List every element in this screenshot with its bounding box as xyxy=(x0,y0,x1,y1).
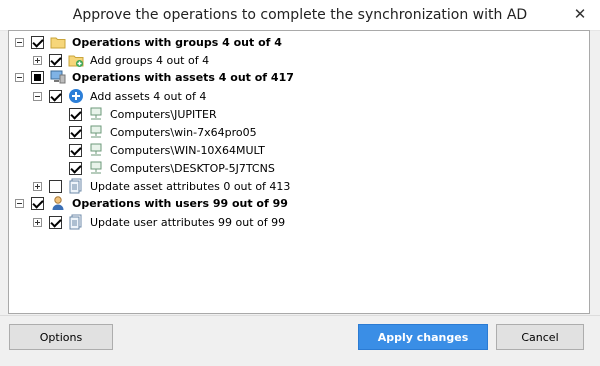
collapse-icon[interactable] xyxy=(15,37,24,47)
expand-icon[interactable] xyxy=(33,181,42,191)
collapse-icon[interactable] xyxy=(15,198,24,208)
assets-checkbox[interactable] xyxy=(31,70,44,84)
computer-checkbox[interactable] xyxy=(69,143,82,157)
groups-label: Operations with groups 4 out of 4 xyxy=(72,35,282,49)
document-list-icon xyxy=(69,178,82,194)
tree-node-groups[interactable]: Operations with groups 4 out of 4 xyxy=(15,33,282,51)
network-computer-icon xyxy=(90,125,102,138)
close-icon[interactable]: ✕ xyxy=(570,4,590,24)
folder-add-icon xyxy=(68,55,84,67)
update-assets-checkbox[interactable] xyxy=(49,179,62,193)
computer-checkbox[interactable] xyxy=(69,161,82,175)
update-users-checkbox[interactable] xyxy=(49,215,62,229)
computer-label: Computers\JUPITER xyxy=(110,107,217,121)
add-assets-label: Add assets 4 out of 4 xyxy=(90,89,207,103)
computer-checkbox[interactable] xyxy=(69,125,82,139)
folder-icon xyxy=(50,37,66,49)
title-bar: Approve the operations to complete the s… xyxy=(0,0,600,31)
tree-node-update-users[interactable]: Update user attributes 99 out of 99 xyxy=(33,213,285,231)
tree-node-computer-2[interactable]: Computers\win-7x64pro05 xyxy=(69,123,257,141)
footer-divider xyxy=(0,315,600,316)
add-groups-label: Add groups 4 out of 4 xyxy=(90,53,210,67)
tree-node-computer-4[interactable]: Computers\DESKTOP-5J7TCNS xyxy=(69,159,275,177)
tree-node-add-assets[interactable]: Add assets 4 out of 4 xyxy=(33,87,206,105)
add-assets-checkbox[interactable] xyxy=(49,89,62,103)
expand-icon[interactable] xyxy=(33,55,42,65)
options-button[interactable]: Options xyxy=(9,324,113,350)
tree-node-assets[interactable]: Operations with assets 4 out of 417 xyxy=(15,68,294,86)
plus-circle-icon xyxy=(69,89,83,103)
computer-label: Computers\DESKTOP-5J7TCNS xyxy=(110,161,275,175)
tree-node-update-assets[interactable]: Update asset attributes 0 out of 413 xyxy=(33,177,290,195)
tree-node-computer-1[interactable]: Computers\JUPITER xyxy=(69,105,217,123)
cancel-button[interactable]: Cancel xyxy=(496,324,584,350)
computer-checkbox[interactable] xyxy=(69,107,82,121)
computer-icon xyxy=(50,70,66,84)
tree-node-computer-3[interactable]: Computers\WIN-10X64MULT xyxy=(69,141,265,159)
user-icon xyxy=(52,196,64,210)
add-groups-checkbox[interactable] xyxy=(49,53,62,67)
computer-label: Computers\win-7x64pro05 xyxy=(110,125,257,139)
document-list-icon xyxy=(69,214,82,230)
collapse-icon[interactable] xyxy=(15,72,24,82)
tree-node-add-groups[interactable]: Add groups 4 out of 4 xyxy=(33,51,209,69)
apply-changes-button[interactable]: Apply changes xyxy=(358,324,488,350)
tree-node-users[interactable]: Operations with users 99 out of 99 xyxy=(15,194,288,212)
update-users-label: Update user attributes 99 out of 99 xyxy=(90,215,286,229)
users-checkbox[interactable] xyxy=(31,196,44,210)
groups-checkbox[interactable] xyxy=(31,35,44,49)
update-assets-label: Update asset attributes 0 out of 413 xyxy=(90,179,291,193)
assets-label: Operations with assets 4 out of 417 xyxy=(72,70,294,84)
collapse-icon[interactable] xyxy=(33,91,42,101)
computer-label: Computers\WIN-10X64MULT xyxy=(110,143,265,157)
window-title: Approve the operations to complete the s… xyxy=(72,7,528,23)
network-computer-icon xyxy=(90,107,102,120)
network-computer-icon xyxy=(90,143,102,156)
users-label: Operations with users 99 out of 99 xyxy=(72,196,288,210)
expand-icon[interactable] xyxy=(33,217,42,227)
operations-tree: Operations with groups 4 out of 4 Add gr… xyxy=(8,30,590,314)
network-computer-icon xyxy=(90,161,102,174)
